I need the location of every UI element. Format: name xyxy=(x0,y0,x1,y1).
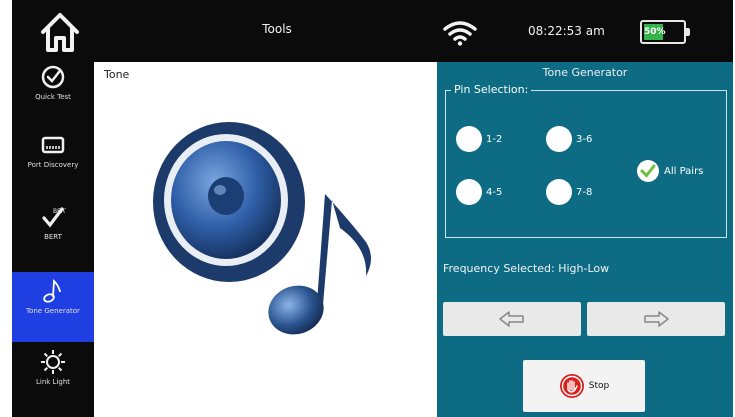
radio-dot xyxy=(456,126,482,152)
home-icon xyxy=(41,13,79,52)
pin-label: 4-5 xyxy=(486,186,503,198)
frequency-selected-text: Frequency Selected: High-Low xyxy=(443,262,610,275)
sidebar: Quick Test Port Discovery BERT BERT Tone… xyxy=(12,62,94,417)
wifi-icon xyxy=(443,21,477,46)
sidebar-item-quick-test[interactable]: Quick Test xyxy=(12,62,94,132)
sidebar-item-label: Link Light xyxy=(35,378,71,386)
pin-radio-7-8[interactable]: 7-8 xyxy=(546,179,592,205)
battery-icon: 50% xyxy=(640,20,690,44)
stop-button[interactable]: Stop xyxy=(523,360,645,412)
pin-selection-label: Pin Selection: xyxy=(451,83,532,96)
previous-frequency-button[interactable] xyxy=(443,302,581,336)
arrow-left-icon xyxy=(499,311,524,327)
sidebar-item-link-light[interactable]: Link Light xyxy=(12,347,94,417)
pin-label: 3-6 xyxy=(576,133,593,145)
music-note-icon xyxy=(43,278,61,303)
radio-dot xyxy=(456,179,482,205)
speaker-music-note-icon xyxy=(153,122,371,335)
svg-text:BERT: BERT xyxy=(53,208,66,215)
pin-radio-1-2[interactable]: 1-2 xyxy=(456,126,502,152)
content-area: Tone xyxy=(94,62,437,417)
pin-label: 1-2 xyxy=(486,133,503,145)
port-icon xyxy=(41,136,65,154)
sidebar-item-label: Port Discovery xyxy=(27,161,79,169)
sidebar-item-port-discovery[interactable]: Port Discovery xyxy=(12,130,94,200)
clock: 08:22:53 am xyxy=(528,24,605,38)
pin-selection-group: Pin Selection: 1-2 3-6 4-5 7-8 All Pairs xyxy=(445,83,727,238)
sidebar-item-bert[interactable]: BERT BERT xyxy=(12,202,94,272)
top-bar: Tools 08:22:53 am 50% xyxy=(12,0,733,62)
all-pairs-checkbox[interactable]: All Pairs xyxy=(636,159,703,183)
panel-title: Tone Generator xyxy=(542,66,628,79)
bert-icon: BERT xyxy=(42,207,66,228)
page-title: Tools xyxy=(262,22,292,36)
all-pairs-label: All Pairs xyxy=(664,165,704,177)
check-circle-icon xyxy=(637,160,659,182)
pin-radio-4-5[interactable]: 4-5 xyxy=(456,179,502,205)
tone-generator-panel: Tone Generator Pin Selection: 1-2 3-6 4-… xyxy=(437,62,733,417)
arrow-right-icon xyxy=(644,311,669,327)
check-circle-icon xyxy=(41,65,65,89)
stop-label: Stop xyxy=(588,381,610,391)
next-frequency-button[interactable] xyxy=(587,302,725,336)
sidebar-item-tone-generator[interactable]: Tone Generator xyxy=(12,272,94,342)
sidebar-item-label: BERT xyxy=(44,233,62,241)
radio-dot xyxy=(546,126,572,152)
radio-dot xyxy=(546,179,572,205)
battery-level: 50% xyxy=(644,24,666,40)
stop-hand-icon xyxy=(559,374,584,398)
pin-radio-3-6[interactable]: 3-6 xyxy=(546,126,592,152)
pin-label: 7-8 xyxy=(576,186,593,198)
sidebar-item-label: Quick Test xyxy=(35,93,71,101)
content-title: Tone xyxy=(104,68,130,81)
device-screen: Tools 08:22:53 am 50% Quick Test Port Di… xyxy=(12,0,733,417)
link-light-icon xyxy=(41,350,65,374)
battery-tip xyxy=(686,28,690,36)
home-button[interactable] xyxy=(40,10,80,54)
sidebar-item-label: Tone Generator xyxy=(26,307,80,315)
